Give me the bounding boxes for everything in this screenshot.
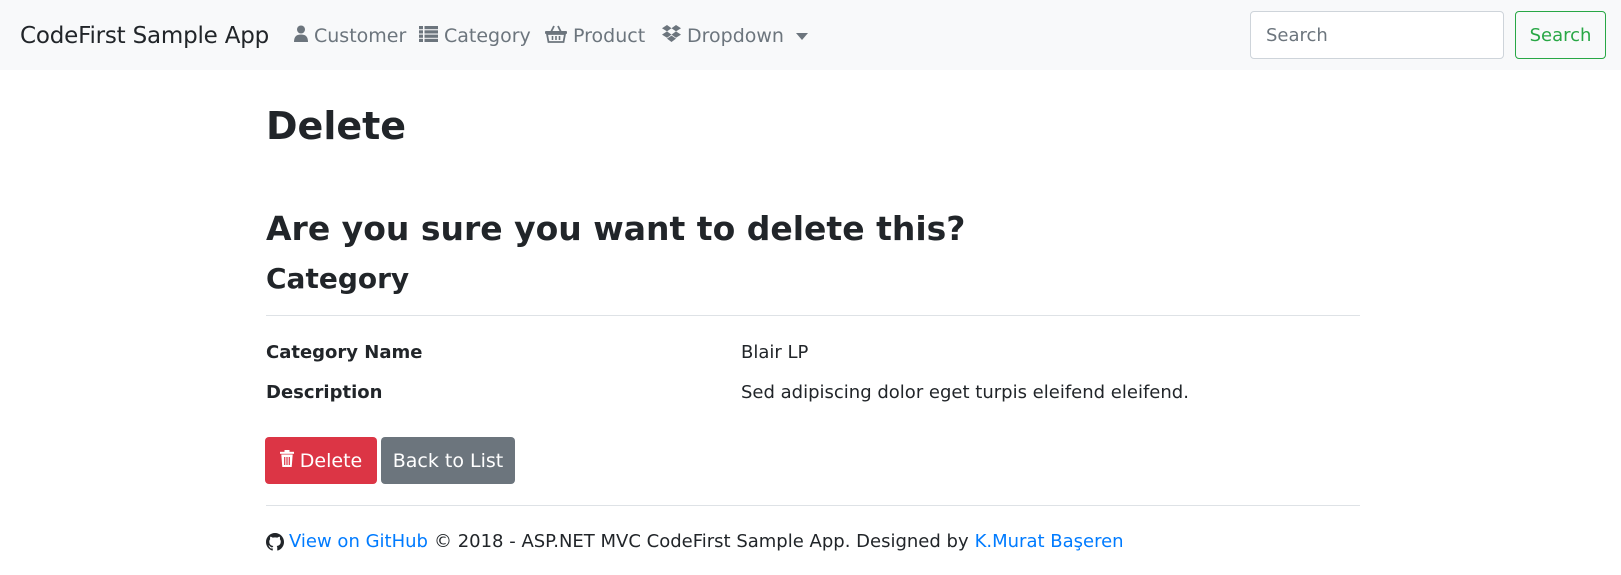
caret-down-icon (795, 32, 808, 40)
footer-divider (266, 505, 1360, 506)
field-value-category-name: Blair LP (741, 342, 809, 363)
dropbox-icon (662, 24, 681, 48)
page-title: Delete (266, 104, 407, 148)
author-link[interactable]: K.Murat Başeren (975, 529, 1124, 555)
nav-category-label: Category (444, 25, 531, 47)
user-icon (294, 25, 308, 47)
back-to-list-button[interactable]: Back to List (381, 437, 515, 484)
entity-title: Category (266, 262, 410, 295)
field-value-description: Sed adipiscing dolor eget turpis eleifen… (741, 382, 1189, 403)
footer-text: © 2018 - ASP.NET MVC CodeFirst Sample Ap… (433, 531, 969, 552)
navbar: CodeFirst Sample App Customer Category P… (0, 0, 1621, 70)
nav-product[interactable]: Product (545, 22, 645, 50)
divider (266, 315, 1360, 316)
nav-dropdown[interactable]: Dropdown (662, 22, 808, 50)
search-input[interactable] (1250, 11, 1504, 59)
brand-link[interactable]: CodeFirst Sample App (20, 20, 269, 52)
trash-icon (279, 449, 294, 472)
field-label-category-name: Category Name (266, 342, 423, 363)
nav-category[interactable]: Category (419, 22, 531, 50)
delete-button[interactable]: Delete (265, 437, 377, 484)
nav-product-label: Product (573, 25, 646, 47)
footer: View on GitHub © 2018 - ASP.NET MVC Code… (266, 529, 1124, 555)
shopping-basket-icon (545, 25, 567, 48)
nav-dropdown-label: Dropdown (687, 25, 784, 47)
list-icon (419, 25, 438, 47)
nav-customer-label: Customer (314, 25, 407, 47)
confirm-heading: Are you sure you want to delete this? (266, 209, 966, 248)
github-icon (266, 533, 284, 551)
nav-customer[interactable]: Customer (294, 22, 406, 50)
github-link[interactable]: View on GitHub (289, 529, 428, 555)
field-label-description: Description (266, 382, 383, 403)
search-button[interactable]: Search (1515, 11, 1606, 59)
delete-button-label: Delete (299, 449, 363, 472)
